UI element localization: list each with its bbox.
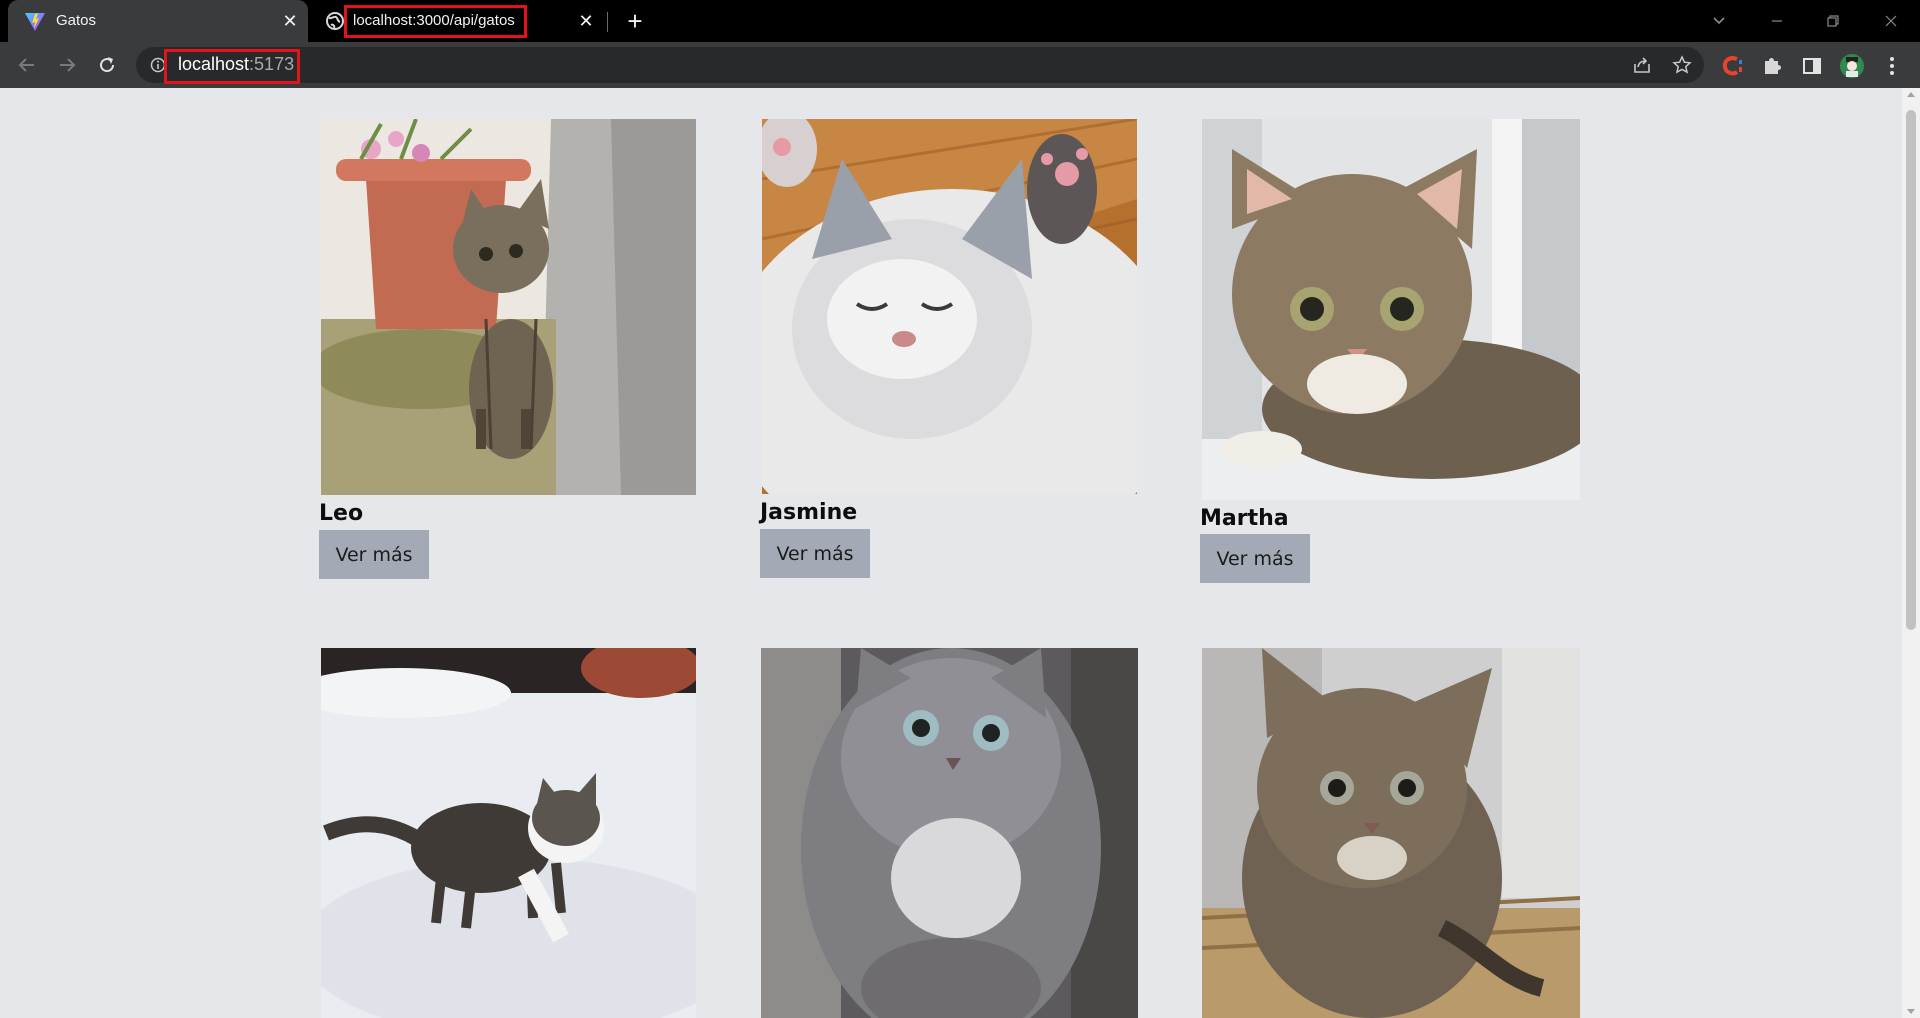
cat-photo [321, 648, 696, 1018]
browser-menu-icon[interactable] [1879, 53, 1905, 79]
scroll-down-arrow-icon[interactable] [1907, 1009, 1915, 1014]
extensions-puzzle-icon[interactable] [1759, 53, 1785, 79]
cat-name: Jasmine [760, 500, 858, 525]
scroll-up-arrow-icon[interactable] [1907, 92, 1915, 97]
restore-icon[interactable] [1810, 4, 1856, 38]
page-viewport: Leo Ver más Jasmine Ver más Martha Ver m… [0, 88, 1902, 1018]
extension-c-icon[interactable] [1719, 53, 1745, 79]
minimize-icon[interactable] [1754, 4, 1800, 38]
new-tab-icon[interactable]: + [621, 8, 649, 36]
tab-separator [607, 12, 608, 32]
cat-photo [1202, 648, 1580, 1018]
browser-toolbar: localhost:5173 [0, 42, 1920, 88]
cat-name: Martha [1200, 506, 1289, 531]
tab-strip: Gatos ✕ localhost:3000/api/gatos ✕ + [0, 0, 1920, 42]
share-icon[interactable] [1630, 53, 1654, 77]
cat-photo [1202, 119, 1580, 500]
globe-icon [326, 12, 344, 30]
tab-title: Gatos [56, 12, 97, 29]
close-window-icon[interactable] [1868, 4, 1914, 38]
reload-icon[interactable] [90, 48, 124, 82]
close-tab-icon[interactable]: ✕ [574, 9, 598, 33]
vite-icon [25, 13, 45, 31]
back-icon[interactable] [10, 48, 44, 82]
page-scrollbar[interactable] [1902, 88, 1920, 1018]
tab-gatos[interactable]: Gatos ✕ [8, 0, 308, 42]
side-panel-icon[interactable] [1799, 53, 1825, 79]
ver-mas-button[interactable]: Ver más [319, 530, 429, 579]
cat-photo [761, 648, 1138, 1018]
cat-name: Leo [319, 501, 364, 526]
address-bar[interactable]: localhost:5173 [136, 47, 1704, 83]
highlight-annotation [164, 49, 300, 84]
cat-photo [321, 119, 696, 495]
profile-avatar-icon[interactable] [1839, 53, 1865, 79]
forward-icon[interactable] [50, 48, 84, 82]
ver-mas-button[interactable]: Ver más [760, 529, 870, 578]
close-tab-icon[interactable]: ✕ [278, 9, 302, 33]
highlight-annotation [344, 5, 527, 38]
bookmark-star-icon[interactable] [1670, 53, 1694, 77]
scroll-thumb[interactable] [1906, 110, 1916, 630]
ver-mas-button[interactable]: Ver más [1200, 534, 1310, 583]
cat-photo [762, 119, 1137, 494]
tab-search-chevron-icon[interactable] [1696, 4, 1742, 38]
